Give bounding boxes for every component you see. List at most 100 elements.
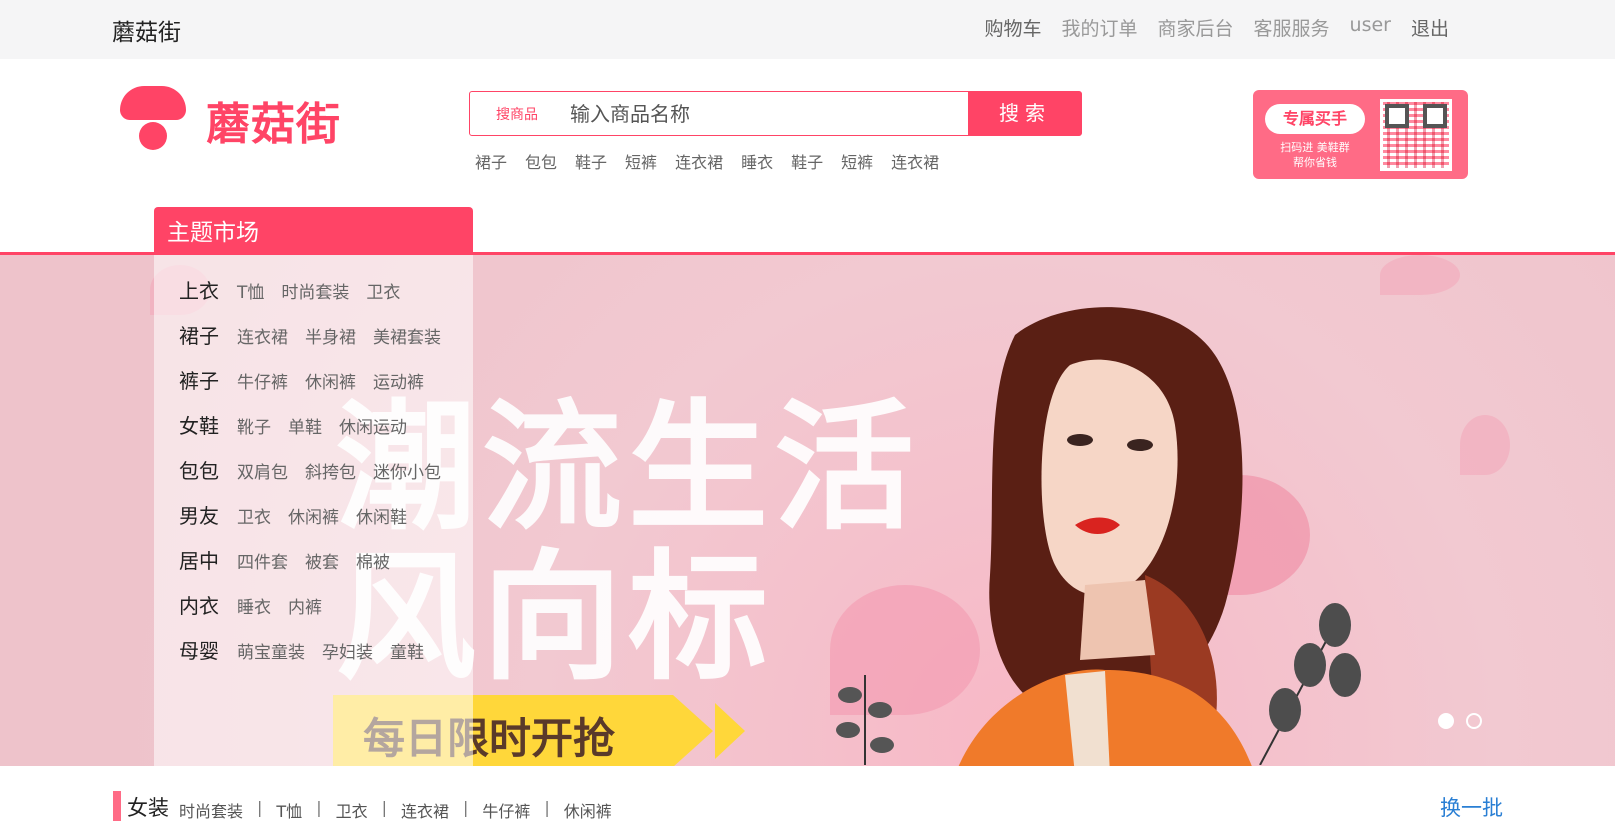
- floor-header-womenswear: 女装 时尚套装 | T恤 | 卫衣 | 连衣裙 | 牛仔裤 | 休闲裤 换一批: [113, 790, 1503, 824]
- mushroom-stem-icon: [139, 122, 167, 150]
- top-bar: 蘑菇街 购物车 我的订单 商家后台 客服服务 user 退出: [0, 0, 1615, 59]
- carousel-dots: [1438, 713, 1482, 729]
- category-sub[interactable]: 休闲鞋: [356, 503, 407, 528]
- category-sub[interactable]: 迷你小包: [373, 458, 441, 483]
- category-sub[interactable]: 运动裤: [373, 368, 424, 393]
- refresh-batch-button[interactable]: 换一批: [1440, 792, 1503, 822]
- search-box: 搜商品 搜索: [469, 91, 1082, 136]
- leaf-decoration: [1259, 603, 1361, 765]
- petal-decoration: [1460, 415, 1510, 475]
- separator: |: [316, 798, 322, 817]
- search-button[interactable]: 搜索: [968, 91, 1082, 136]
- category-sub[interactable]: 牛仔裤: [237, 368, 288, 393]
- top-links: 购物车 我的订单 商家后台 客服服务 user 退出: [984, 14, 1449, 41]
- category-main[interactable]: 裙子: [179, 320, 219, 349]
- category-row: 裙子 连衣裙 半身裙 美裙套装: [179, 320, 458, 349]
- username-link[interactable]: user: [1350, 14, 1391, 41]
- category-sub[interactable]: 童鞋: [390, 638, 424, 663]
- category-row: 母婴 萌宝童装 孕妇装 童鞋: [179, 635, 441, 664]
- petal-decoration: [1380, 255, 1460, 295]
- qr-code-icon: [1380, 99, 1452, 171]
- category-sub[interactable]: 休闲裤: [305, 368, 356, 393]
- separator: |: [463, 798, 469, 817]
- logout-link[interactable]: 退出: [1411, 14, 1449, 41]
- category-sub[interactable]: 卫衣: [237, 503, 271, 528]
- hotword-link[interactable]: 连衣裙: [675, 149, 723, 173]
- category-sub[interactable]: 美裙套装: [373, 323, 441, 348]
- hotword-link[interactable]: 鞋子: [575, 149, 607, 173]
- ribbon-arrow-icon: [715, 703, 745, 759]
- model-photo: [958, 307, 1252, 766]
- category-main[interactable]: 内衣: [179, 590, 219, 619]
- floor-link[interactable]: 连衣裙: [401, 798, 449, 822]
- category-sub[interactable]: 休闲运动: [339, 413, 407, 438]
- floor-link[interactable]: T恤: [276, 798, 302, 822]
- category-main[interactable]: 裤子: [179, 365, 219, 394]
- hotword-link[interactable]: 连衣裙: [891, 149, 939, 173]
- search-scope[interactable]: 搜商品: [496, 104, 538, 124]
- category-main[interactable]: 上衣: [179, 275, 219, 304]
- floor-link[interactable]: 休闲裤: [564, 798, 612, 822]
- site-logo[interactable]: 蘑菇街: [120, 84, 350, 150]
- hot-keywords: 裙子 包包 鞋子 短裤 连衣裙 睡衣 鞋子 短裤 连衣裙: [475, 149, 957, 173]
- qr-caption-line2: 帮你省钱: [1293, 156, 1337, 169]
- floor-link[interactable]: 牛仔裤: [482, 798, 530, 822]
- floor-accent-bar: [113, 791, 121, 821]
- category-row: 上衣 T恤 时尚套装 卫衣: [179, 275, 417, 304]
- hotword-link[interactable]: 包包: [525, 149, 557, 173]
- cart-link[interactable]: 购物车: [984, 14, 1041, 41]
- category-sub[interactable]: 四件套: [237, 548, 288, 573]
- category-main[interactable]: 母婴: [179, 635, 219, 664]
- category-sub[interactable]: 靴子: [237, 413, 271, 438]
- category-row: 内衣 睡衣 内裤: [179, 590, 339, 619]
- category-main[interactable]: 居中: [179, 545, 219, 574]
- customer-service-link[interactable]: 客服服务: [1254, 14, 1330, 41]
- category-main[interactable]: 男友: [179, 500, 219, 529]
- category-row: 包包 双肩包 斜挎包 迷你小包: [179, 455, 458, 484]
- category-sub[interactable]: 双肩包: [237, 458, 288, 483]
- search-input[interactable]: [570, 97, 940, 130]
- qr-caption-line1: 扫码进 美鞋群: [1280, 141, 1350, 154]
- my-orders-link[interactable]: 我的订单: [1061, 14, 1137, 41]
- carousel-dot-2[interactable]: [1466, 713, 1482, 729]
- category-sub[interactable]: 棉被: [356, 548, 390, 573]
- buyer-qr-card[interactable]: 专属买手 扫码进 美鞋群 帮你省钱: [1253, 90, 1468, 179]
- category-sub[interactable]: T恤: [237, 278, 264, 303]
- separator: |: [381, 798, 387, 817]
- category-row: 裤子 牛仔裤 休闲裤 运动裤: [179, 365, 441, 394]
- category-main[interactable]: 包包: [179, 455, 219, 484]
- hotword-link[interactable]: 短裤: [841, 149, 873, 173]
- floor-title[interactable]: 女装: [127, 792, 169, 822]
- category-sub[interactable]: 孕妇装: [322, 638, 373, 663]
- buyer-badge: 专属买手: [1265, 104, 1365, 134]
- category-main[interactable]: 女鞋: [179, 410, 219, 439]
- category-sub[interactable]: 半身裙: [305, 323, 356, 348]
- site-name[interactable]: 蘑菇街: [112, 13, 181, 47]
- category-row: 女鞋 靴子 单鞋 休闲运动: [179, 410, 424, 439]
- category-sub[interactable]: 休闲裤: [288, 503, 339, 528]
- hotword-link[interactable]: 短裤: [625, 149, 657, 173]
- carousel-dot-1[interactable]: [1438, 713, 1454, 729]
- category-sub[interactable]: 萌宝童装: [237, 638, 305, 663]
- hotword-link[interactable]: 裙子: [475, 149, 507, 173]
- qr-caption: 扫码进 美鞋群 帮你省钱: [1265, 140, 1365, 170]
- category-tab[interactable]: 主题市场: [154, 207, 473, 254]
- category-sub[interactable]: 被套: [305, 548, 339, 573]
- hotword-link[interactable]: 睡衣: [741, 149, 773, 173]
- hotword-link[interactable]: 鞋子: [791, 149, 823, 173]
- category-sub[interactable]: 单鞋: [288, 413, 322, 438]
- category-row: 居中 四件套 被套 棉被: [179, 545, 407, 574]
- category-sub[interactable]: 卫衣: [366, 278, 400, 303]
- category-sub[interactable]: 时尚套装: [281, 278, 349, 303]
- category-sub[interactable]: 睡衣: [237, 593, 271, 618]
- leaf-decoration: [836, 675, 894, 765]
- category-sub[interactable]: 连衣裙: [237, 323, 288, 348]
- mushroom-icon: [120, 86, 186, 120]
- category-row: 男友 卫衣 休闲裤 休闲鞋: [179, 500, 424, 529]
- ribbon-arrow-icon: [673, 695, 713, 766]
- floor-link[interactable]: 卫衣: [336, 798, 368, 822]
- category-sub[interactable]: 斜挎包: [305, 458, 356, 483]
- floor-link[interactable]: 时尚套装: [179, 798, 243, 822]
- category-sub[interactable]: 内裤: [288, 593, 322, 618]
- merchant-backend-link[interactable]: 商家后台: [1158, 14, 1234, 41]
